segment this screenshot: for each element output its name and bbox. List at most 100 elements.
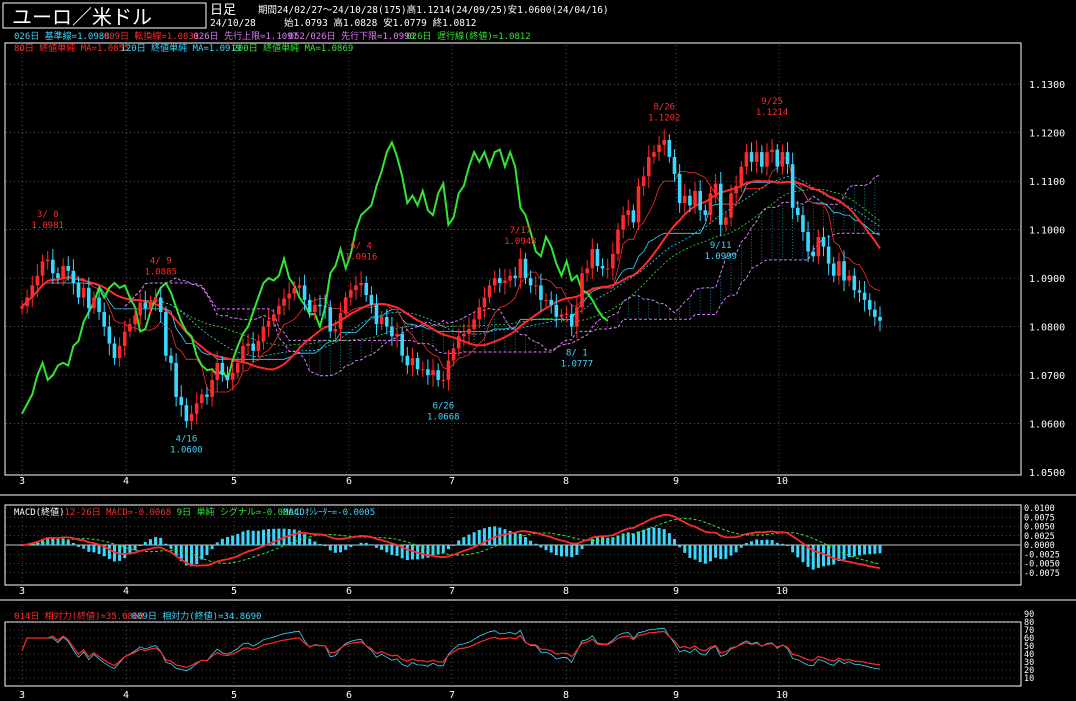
macd-histogram-bar [657, 527, 661, 545]
macd-histogram-bar [662, 529, 666, 545]
candle-body [369, 295, 374, 305]
macd-histogram-bar [626, 532, 630, 545]
x-tick-label: 5 [231, 586, 237, 597]
legend-entry: 014日 相対力(終値)=35.0868 [14, 610, 144, 622]
candle-body [837, 261, 841, 276]
candle-body [164, 312, 168, 356]
candle-body [364, 282, 369, 296]
candle-body [626, 210, 631, 216]
macd-histogram-bar [313, 541, 317, 545]
candle-body [66, 266, 71, 271]
macd-histogram-bar [154, 537, 158, 545]
candle-body [420, 369, 425, 371]
candle-body [852, 275, 857, 291]
macd-histogram-bar [56, 538, 60, 545]
macd-histogram-bar [92, 545, 96, 553]
candle-body [61, 266, 65, 279]
candle-body [811, 251, 816, 257]
candle-body [647, 156, 651, 177]
price-plot: 3/ 81.0981 4/ 91.0885 4/161.0600 6/ 41.0916… [20, 97, 882, 456]
legend-entry: 12-26日 MACD=-0.0068 [65, 507, 172, 518]
candle-body [487, 285, 492, 298]
macd-histogram-bar [169, 545, 173, 549]
candle-body [600, 266, 605, 269]
macd-histogram-bar [585, 544, 589, 546]
peak-value-label: 1.0948 [504, 237, 537, 247]
macd-histogram-bar [863, 545, 867, 555]
trough-date-label: 8/ 1 [566, 349, 588, 359]
macd-histogram-bar [590, 538, 594, 545]
candle-body [616, 229, 620, 254]
macd-histogram-bar [349, 545, 353, 548]
candle-body [760, 152, 764, 167]
legend-entry: MACDｵｼﾚｰﾀｰ=-0.0005 [283, 507, 375, 518]
x-tick-label: 8 [563, 586, 569, 597]
candle-body [415, 358, 420, 370]
candle-body [117, 345, 122, 359]
peak-date-label: 7/17 [510, 226, 532, 236]
candle-body [780, 152, 785, 167]
macd-histogram-bar [647, 527, 651, 545]
x-tick-label: 6 [346, 690, 352, 701]
macd-histogram-bar [395, 545, 399, 556]
candle-body [261, 326, 266, 342]
candle-body [354, 285, 358, 291]
candle-body [739, 166, 744, 187]
candle-body [682, 195, 687, 203]
candle-body [390, 326, 394, 337]
macd-histogram-bar [816, 545, 820, 568]
macd-histogram-bar [878, 545, 882, 554]
candle-body [688, 195, 692, 206]
candle-body [878, 316, 882, 321]
candle-body [831, 263, 836, 276]
macd-histogram-bar [97, 545, 101, 555]
candle-body [400, 333, 404, 356]
candle-body [271, 314, 276, 321]
macd-histogram-bar [385, 545, 389, 553]
macd-histogram-bar [791, 545, 795, 553]
candle-body [40, 261, 45, 276]
candle-body [194, 403, 199, 414]
macd-histogram-bar [246, 530, 250, 545]
macd-histogram-bar [215, 542, 219, 545]
macd-histogram-bar [190, 545, 194, 567]
price-tick-label: 1.1200 [1029, 129, 1065, 140]
macd-histogram-bar [472, 532, 476, 545]
candle-body [153, 297, 158, 303]
candle-body [590, 249, 595, 269]
macd-histogram-bar [724, 545, 728, 559]
x-tick-label: 5 [231, 690, 237, 701]
macd-histogram-bar [333, 545, 337, 553]
candle-body [426, 369, 430, 376]
candle-body [775, 149, 780, 167]
header-ohlc: 始1.0793 高1.0828 安1.0779 終1.0812 [284, 17, 476, 29]
macd-histogram-bar [529, 540, 533, 545]
candle-body [45, 259, 50, 262]
candle-body [503, 280, 507, 283]
legend-entry: MACD(終値) [14, 506, 65, 518]
x-tick-label: 9 [673, 690, 679, 701]
candle-body [698, 190, 702, 211]
candle-body [662, 139, 667, 145]
macd-histogram-bar [811, 545, 815, 570]
candle-body [122, 331, 127, 346]
macd-histogram-bar [318, 544, 322, 546]
x-tick-label: 8 [563, 690, 569, 701]
macd-histogram-bar [868, 545, 872, 555]
candle-body [76, 282, 81, 298]
candle-body [158, 297, 163, 313]
candle-body [410, 358, 415, 366]
macd-histogram-bar [698, 545, 702, 563]
trough-date-label: 9/11 [710, 241, 732, 251]
pair-title: ユーロ／米ドル [12, 5, 152, 29]
candle-body [143, 302, 148, 309]
legend-entry: 80日 終値単純 MA=1.0855 [14, 42, 129, 54]
x-tick-label: 9 [673, 476, 679, 487]
peak-date-label: 8/26 [653, 103, 675, 113]
candle-body [575, 307, 579, 327]
x-tick-label: 6 [346, 586, 352, 597]
macd-histogram-bar [755, 539, 759, 545]
candle-body [544, 299, 548, 301]
macd-histogram-bar [441, 545, 445, 553]
macd-histogram-bar [277, 528, 281, 545]
